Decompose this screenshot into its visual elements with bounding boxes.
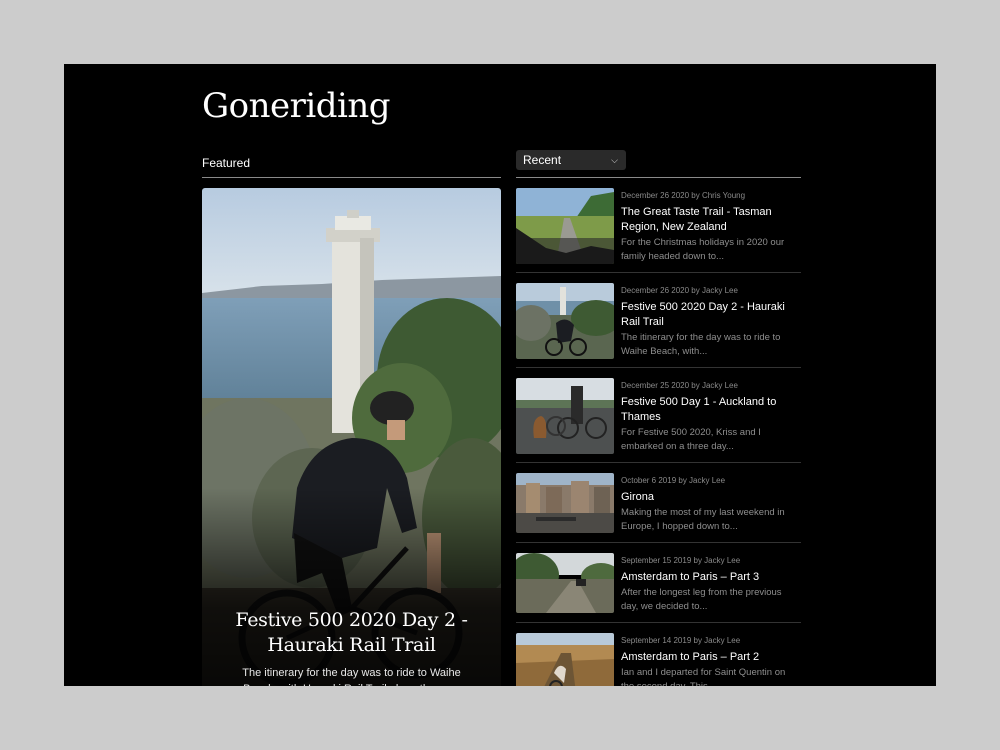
post-thumbnail	[516, 378, 614, 454]
post-excerpt: Ian and I departed for Saint Quentin on …	[621, 667, 786, 686]
post-title[interactable]: Amsterdam to Paris – Part 2	[621, 650, 796, 665]
post-excerpt: Making the most of my last weekend in Eu…	[621, 507, 785, 532]
post-thumbnail	[516, 473, 614, 533]
post-item[interactable]: December 25 2020 by Jacky Lee Festive 50…	[516, 378, 801, 463]
post-title[interactable]: Festive 500 Day 1 - Auckland to Thames	[621, 395, 796, 425]
post-meta: December 26 2020 by Chris Young	[621, 191, 746, 200]
post-title[interactable]: Girona	[621, 490, 796, 505]
featured-post-card[interactable]: Festive 500 2020 Day 2 - Hauraki Rail Tr…	[202, 188, 501, 686]
recent-header: Recent ⌵	[516, 150, 801, 178]
recent-filter-select[interactable]: Recent ⌵	[516, 150, 626, 170]
post-thumbnail	[516, 553, 614, 613]
featured-post-excerpt: The itinerary for the day was to ride to…	[242, 667, 461, 686]
post-item[interactable]: December 26 2020 by Jacky Lee Festive 50…	[516, 283, 801, 368]
post-meta: December 25 2020 by Jacky Lee	[621, 381, 738, 390]
post-excerpt: The itinerary for the day was to ride to…	[621, 332, 781, 357]
post-excerpt: For Festive 500 2020, Kriss and I embark…	[621, 427, 761, 452]
post-meta: October 6 2019 by Jacky Lee	[621, 476, 726, 485]
post-meta: September 15 2019 by Jacky Lee	[621, 556, 741, 565]
post-excerpt: For the Christmas holidays in 2020 our f…	[621, 237, 785, 262]
featured-post-title[interactable]: Festive 500 2020 Day 2 - Hauraki Rail Tr…	[222, 608, 481, 658]
chevron-down-icon: ⌵	[611, 155, 618, 165]
post-item[interactable]: September 15 2019 by Jacky Lee Amsterdam…	[516, 553, 801, 623]
post-thumbnail	[516, 188, 614, 264]
post-item[interactable]: December 26 2020 by Chris Young The Grea…	[516, 188, 801, 273]
post-item[interactable]: September 14 2019 by Jacky Lee Amsterdam…	[516, 633, 801, 686]
featured-header: Featured	[202, 154, 501, 178]
post-title[interactable]: Amsterdam to Paris – Part 3	[621, 570, 796, 585]
post-thumbnail	[516, 633, 614, 686]
post-item[interactable]: October 6 2019 by Jacky Lee Girona Makin…	[516, 473, 801, 543]
site-title[interactable]: Goneriding	[202, 86, 391, 126]
app-window: Goneriding Featured Festive 500 2020 Day…	[64, 64, 936, 686]
recent-filter-value: Recent	[523, 153, 562, 167]
post-thumbnail	[516, 283, 614, 359]
post-title[interactable]: Festive 500 2020 Day 2 - Hauraki Rail Tr…	[621, 300, 796, 330]
post-meta: September 14 2019 by Jacky Lee	[621, 636, 741, 645]
post-title[interactable]: The Great Taste Trail - Tasman Region, N…	[621, 205, 796, 235]
post-excerpt: After the longest leg from the previous …	[621, 587, 782, 612]
featured-label: Featured	[202, 156, 251, 170]
post-meta: December 26 2020 by Jacky Lee	[621, 286, 738, 295]
